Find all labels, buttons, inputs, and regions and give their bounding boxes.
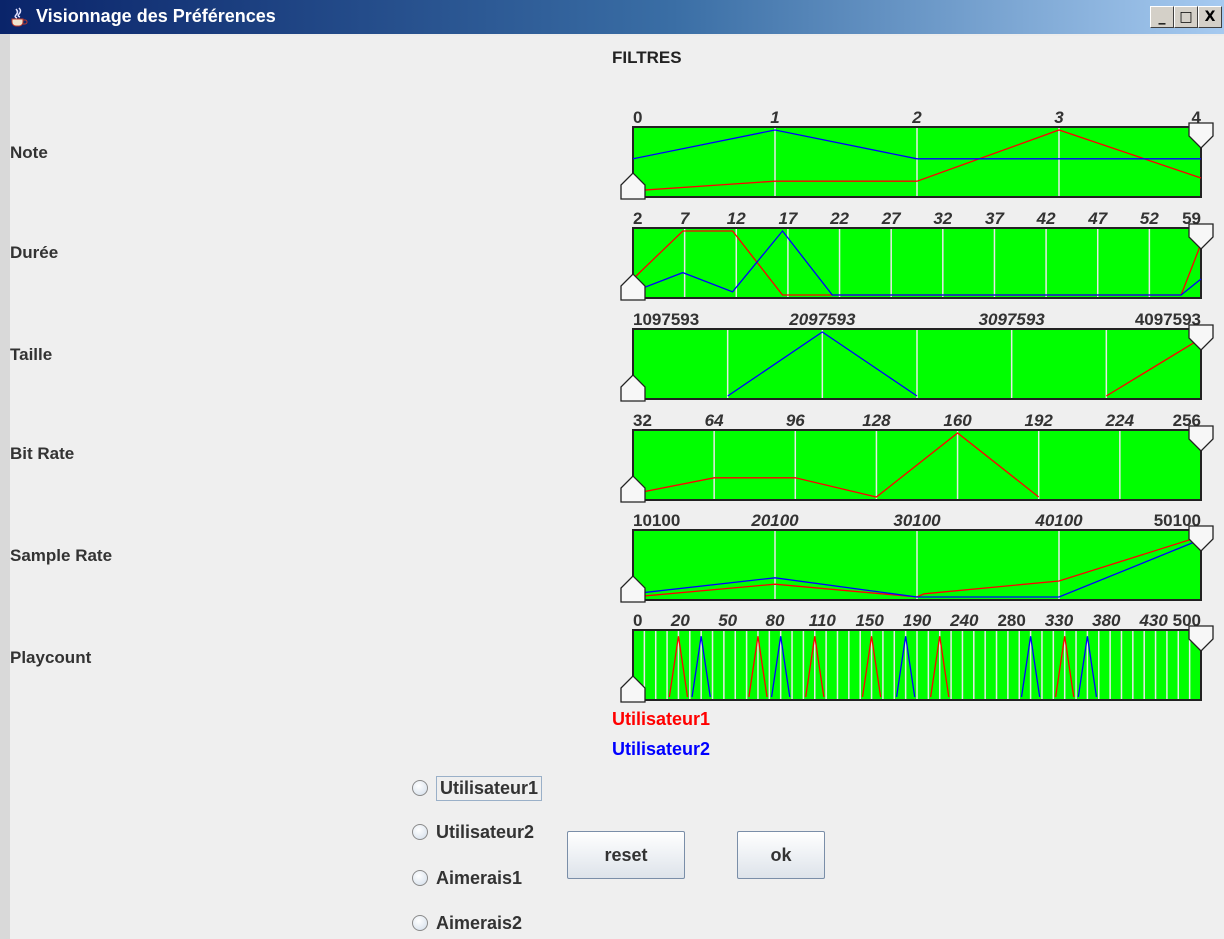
tick-label: 20100: [750, 511, 799, 530]
radio-utilisateur2[interactable]: Utilisateur2: [412, 818, 534, 846]
tick-label: 3097593: [979, 310, 1046, 329]
tick-label: 0: [633, 108, 642, 127]
tick-label: 27: [881, 209, 902, 228]
radio-aimerais2[interactable]: Aimerais2: [412, 909, 522, 937]
legend-user2: Utilisateur2: [612, 739, 711, 759]
radio-circle-icon[interactable]: [412, 870, 428, 886]
tick-label: 32: [933, 209, 952, 228]
radio-label: Aimerais1: [436, 867, 523, 888]
legend-user1: Utilisateur1: [612, 709, 711, 729]
tick-label: 20: [670, 611, 690, 630]
tick-label: 1097593: [633, 310, 699, 329]
tick-label: 1: [770, 108, 779, 127]
tick-label: 32: [633, 411, 652, 430]
tick-label: 52: [1140, 209, 1159, 228]
radio-utilisateur1[interactable]: Utilisateur1: [412, 774, 543, 802]
tick-label: 380: [1092, 611, 1121, 630]
tick-label: 12: [727, 209, 746, 228]
tick-label: 128: [862, 411, 891, 430]
tick-label: 17: [778, 209, 798, 228]
tick-label: 110: [809, 611, 837, 630]
tick-label: 80: [766, 611, 785, 630]
tick-label: 190: [903, 611, 932, 630]
tick-label: 430: [1138, 611, 1168, 630]
tick-label: 2: [911, 108, 922, 127]
tick-label: 47: [1087, 209, 1108, 228]
reset-button[interactable]: reset: [567, 831, 685, 879]
radio-circle-icon[interactable]: [412, 824, 428, 840]
tick-label: 280: [997, 611, 1025, 630]
tick-label: 192: [1025, 411, 1054, 430]
filter-charts[interactable]: 0 1 2 3 42 7 12 17 22 27 32 37 42 47 52 591097593 209759…: [0, 0, 1224, 939]
tick-label: 64: [705, 411, 724, 430]
filter-track-dure: [632, 227, 1202, 299]
radio-label: Utilisateur1: [436, 775, 543, 801]
radio-label: Utilisateur2: [436, 821, 535, 842]
tick-label: 30100: [893, 511, 941, 530]
tick-label: 42: [1036, 209, 1056, 228]
tick-label: 150: [855, 611, 884, 630]
ok-button[interactable]: ok: [737, 831, 825, 879]
radio-label: Aimerais2: [436, 912, 523, 933]
tick-label: 330: [1045, 611, 1074, 630]
tick-label: 10100: [633, 511, 680, 530]
tick-label: 0: [633, 611, 642, 630]
tick-label: 50: [718, 611, 737, 630]
radio-circle-icon[interactable]: [412, 780, 428, 796]
tick-label: 240: [949, 611, 979, 630]
tick-label: 22: [829, 209, 849, 228]
tick-label: 96: [786, 411, 805, 430]
tick-label: 160: [943, 411, 972, 430]
tick-label: 224: [1105, 411, 1135, 430]
tick-label: 3: [1054, 108, 1064, 127]
radio-circle-icon[interactable]: [412, 915, 428, 931]
tick-label: 40100: [1034, 511, 1083, 530]
tick-label: 2097593: [788, 310, 856, 329]
tick-label: 7: [680, 209, 691, 228]
radio-aimerais1[interactable]: Aimerais1: [412, 864, 522, 892]
tick-label: 2: [633, 209, 642, 228]
tick-label: 37: [985, 209, 1005, 228]
